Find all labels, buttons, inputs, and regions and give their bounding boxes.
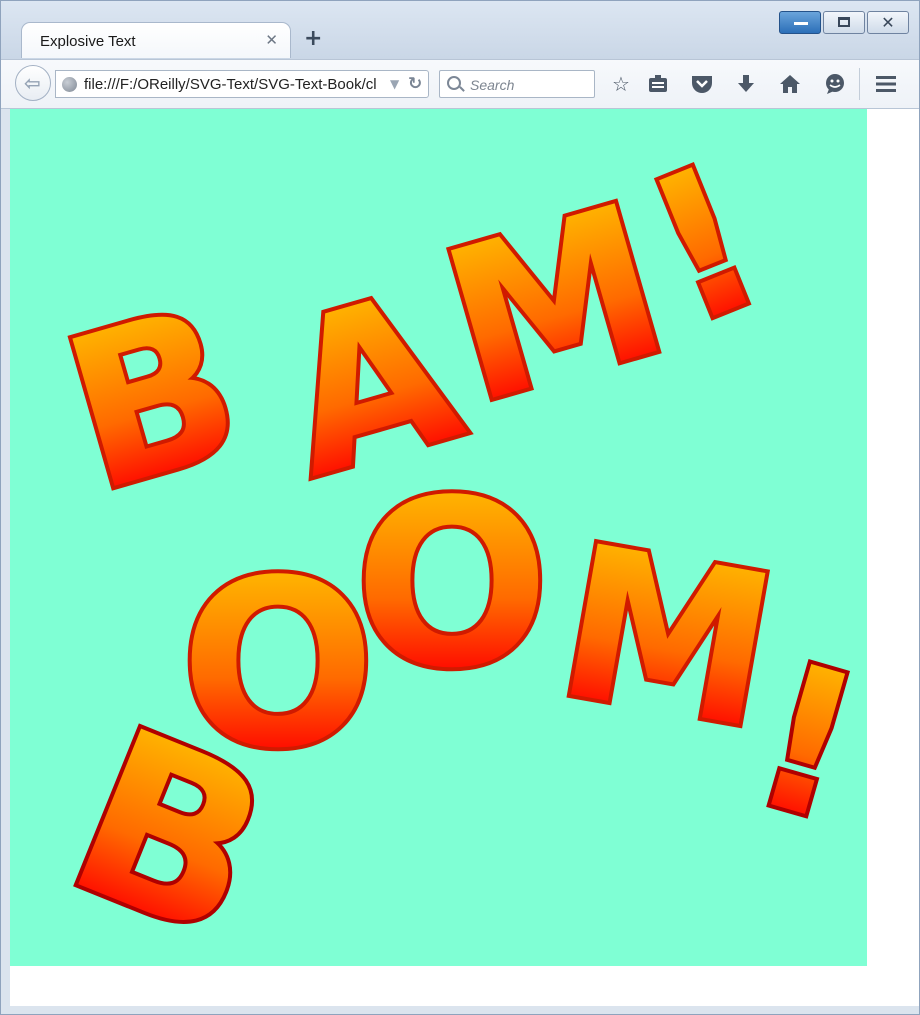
chat-icon[interactable] [821,70,849,98]
page-blank-area [867,109,919,966]
navigation-toolbar: ⇦ file:///F:/OReilly/SVG-Text/SVG-Text-B… [1,59,919,109]
bam-letter-b: B [42,259,263,539]
tab-title: Explosive Text [40,33,136,50]
boom-letter-o2: O [354,452,550,719]
new-tab-button[interactable]: + [304,28,322,50]
close-icon: ✕ [881,13,895,32]
reload-icon[interactable]: ↻ [408,74,422,94]
search-placeholder: Search [470,77,515,93]
back-button[interactable]: ⇦ [15,65,51,101]
window-controls: ✕ [779,11,911,35]
globe-icon [62,77,77,92]
window-frame-left [1,109,10,1014]
menu-icon[interactable] [872,70,900,98]
browser-window: Explosive Text ✕ + ✕ ⇦ file:///F:/OReill… [0,0,920,1015]
minimize-button[interactable] [779,11,821,34]
close-window-button[interactable]: ✕ [867,11,909,34]
boom-letter-m: M [543,499,791,777]
url-dropdown-icon[interactable]: ▼ [390,77,399,91]
window-frame-bottom [1,1006,919,1014]
url-text[interactable]: file:///F:/OReilly/SVG-Text/SVG-Text-Boo… [84,76,382,93]
url-bar[interactable]: file:///F:/OReilly/SVG-Text/SVG-Text-Boo… [55,70,429,98]
search-icon [447,76,461,90]
maximize-icon [838,17,850,27]
maximize-button[interactable] [823,11,865,34]
minimize-icon [794,22,808,25]
boom-letter-o1: O [180,532,376,799]
back-arrow-icon: ⇦ [24,71,41,95]
pocket-icon[interactable] [688,70,716,98]
page-blank-area-bottom [10,966,919,1006]
explosive-text-svg: B A M ! B O O M ! [34,116,867,966]
home-icon[interactable] [776,70,804,98]
star-icon[interactable]: ☆ [607,70,635,98]
tab-close-icon[interactable]: ✕ [265,31,278,49]
toolbar-separator [859,68,860,100]
download-icon[interactable] [732,70,760,98]
tab-explosive-text[interactable]: Explosive Text ✕ [21,22,291,58]
svg-canvas: B A M ! B O O M ! [10,109,867,966]
search-input[interactable]: Search [439,70,595,98]
reading-list-icon[interactable] [644,70,672,98]
title-bar: Explosive Text ✕ + ✕ [1,1,919,59]
